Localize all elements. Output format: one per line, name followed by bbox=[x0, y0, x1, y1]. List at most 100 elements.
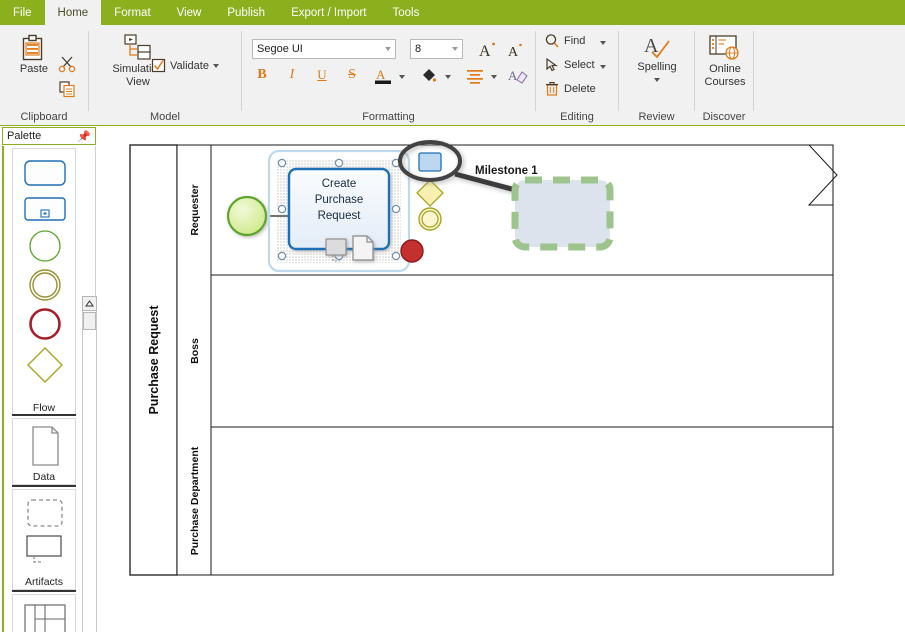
validate-button-label: Validate bbox=[170, 59, 209, 72]
circle-thin-green-icon bbox=[29, 230, 61, 262]
font-color-dropdown-caret[interactable] bbox=[399, 75, 405, 79]
palette-scrollbar-track[interactable] bbox=[82, 296, 97, 632]
dashed-rounded-rect-icon bbox=[27, 499, 63, 527]
find-dropdown-caret[interactable] bbox=[600, 41, 606, 45]
palette-title: Palette bbox=[7, 130, 42, 142]
palette-scrollbar-thumb[interactable] bbox=[83, 312, 96, 330]
context-pad-append-end-event[interactable] bbox=[400, 239, 424, 263]
svg-text:A: A bbox=[508, 68, 518, 83]
pool-label: Purchase Request bbox=[147, 305, 161, 415]
context-pad-append-intermediate-event[interactable] bbox=[418, 207, 442, 231]
grow-font-icon: A bbox=[479, 42, 495, 58]
spelling-dropdown-caret[interactable] bbox=[654, 78, 660, 82]
context-pad-append-gateway[interactable] bbox=[416, 179, 444, 207]
palette-item-gateway[interactable] bbox=[13, 345, 77, 385]
start-event[interactable] bbox=[226, 195, 268, 237]
palette-item-group[interactable] bbox=[13, 496, 77, 530]
select-button-label: Select bbox=[564, 59, 595, 71]
online-courses-icon bbox=[709, 35, 739, 60]
double-circle-olive-icon bbox=[29, 269, 61, 301]
document-page-icon bbox=[32, 426, 59, 466]
font-family-combobox[interactable]: Segoe UI bbox=[252, 39, 396, 59]
underline-button[interactable]: U bbox=[312, 65, 332, 85]
palette-item-end-event[interactable] bbox=[13, 305, 77, 343]
ribbon-group-label-review: Review bbox=[638, 111, 675, 123]
svg-text:A: A bbox=[508, 45, 519, 58]
ribbon-separator-6 bbox=[753, 31, 754, 111]
svg-text:Purchase: Purchase bbox=[315, 194, 364, 206]
clear-formatting-button[interactable]: A Clear Formatting bbox=[507, 65, 529, 87]
ribbon: Paste Cut Copy bbox=[0, 25, 905, 126]
tab-home[interactable]: Home bbox=[44, 0, 102, 25]
font-size-value: 8 bbox=[415, 43, 422, 55]
validate-button[interactable]: Validate bbox=[151, 58, 219, 73]
palette-section-label-data: Data bbox=[32, 471, 56, 483]
paste-button[interactable]: Paste bbox=[12, 33, 56, 76]
tab-publish[interactable]: Publish bbox=[214, 0, 278, 25]
task-node[interactable]: Create Purchase Request bbox=[287, 167, 391, 251]
ribbon-group-review: A Spelling Review bbox=[619, 25, 694, 125]
ribbon-group-label-formatting: Formatting bbox=[362, 111, 415, 123]
palette-divider-2 bbox=[12, 485, 76, 487]
drop-target-placeholder[interactable] bbox=[511, 176, 614, 251]
palette-item-task[interactable] bbox=[13, 155, 77, 191]
tab-view[interactable]: View bbox=[164, 0, 215, 25]
tab-tools[interactable]: Tools bbox=[380, 0, 433, 25]
spelling-button-label: Spelling bbox=[637, 61, 677, 73]
font-size-combobox[interactable]: 8 bbox=[410, 39, 463, 59]
palette-item-intermediate-event[interactable] bbox=[13, 266, 77, 304]
palette-section-artifacts: Artifacts bbox=[12, 489, 76, 590]
bold-button[interactable]: B bbox=[252, 65, 272, 85]
pin-icon[interactable]: 📌 bbox=[77, 130, 91, 143]
online-courses-button[interactable]: Online Courses bbox=[701, 33, 749, 89]
shrink-font-button[interactable]: A A bbox=[505, 39, 527, 59]
cut-button[interactable]: Cut bbox=[58, 55, 76, 73]
font-family-dropdown-caret[interactable] bbox=[385, 47, 391, 51]
font-family-value: Segoe UI bbox=[257, 43, 303, 55]
strikethrough-button[interactable]: S bbox=[342, 65, 362, 85]
spelling-button[interactable]: A Spelling bbox=[631, 33, 683, 82]
diamond-icon bbox=[27, 347, 63, 383]
text-annotation-icon bbox=[26, 535, 62, 563]
fill-color-button[interactable]: Fill Color bbox=[418, 65, 440, 87]
align-center-icon bbox=[467, 70, 483, 84]
palette-item-subprocess[interactable] bbox=[13, 193, 77, 225]
tab-format[interactable]: Format bbox=[101, 0, 163, 25]
application-window: File Home Format View Publish Export / I… bbox=[0, 0, 905, 632]
align-button[interactable]: Align bbox=[464, 65, 486, 87]
palette-item-annotation[interactable] bbox=[13, 532, 77, 570]
svg-text:A: A bbox=[376, 67, 386, 82]
delete-button[interactable]: Delete bbox=[544, 81, 596, 97]
fill-color-dropdown-caret[interactable] bbox=[445, 75, 451, 79]
tab-file[interactable]: File bbox=[0, 0, 45, 25]
shrink-font-icon: A bbox=[508, 43, 522, 58]
scissors-icon bbox=[58, 56, 76, 73]
font-color-button[interactable]: A A bbox=[372, 65, 394, 87]
select-dropdown-caret[interactable] bbox=[600, 65, 606, 69]
find-button[interactable]: Find bbox=[544, 33, 585, 49]
tab-export-import[interactable]: Export / Import bbox=[278, 0, 379, 25]
validate-dropdown-caret[interactable] bbox=[212, 63, 219, 68]
circle-thick-red-icon bbox=[29, 308, 61, 340]
copy-button[interactable]: Copy bbox=[58, 80, 76, 98]
context-pad-append-task[interactable] bbox=[418, 152, 442, 172]
svg-text:Request: Request bbox=[318, 210, 362, 222]
select-button[interactable]: Select bbox=[544, 57, 595, 73]
diagram-canvas[interactable]: Purchase Request Requester Boss Purchase… bbox=[97, 127, 905, 632]
palette-item-pool[interactable] bbox=[13, 601, 77, 632]
palette-item-data-object[interactable] bbox=[13, 424, 77, 468]
italic-button[interactable]: I bbox=[282, 65, 302, 85]
palette-scroll-up-button[interactable] bbox=[82, 296, 97, 311]
bpmn-diagram: Purchase Request Requester Boss Purchase… bbox=[129, 140, 838, 576]
ribbon-group-editing: Find Select Delete Editing bbox=[536, 25, 618, 125]
font-size-dropdown-caret[interactable] bbox=[452, 47, 458, 51]
context-pad-append-data-object[interactable] bbox=[352, 235, 374, 261]
palette-item-start-event[interactable] bbox=[13, 227, 77, 265]
spelling-icon: A bbox=[644, 35, 670, 59]
ribbon-group-label-editing: Editing bbox=[560, 111, 594, 123]
grow-font-button[interactable]: A A bbox=[477, 39, 499, 59]
palette-section-label-flow: Flow bbox=[32, 402, 56, 414]
align-dropdown-caret[interactable] bbox=[491, 75, 497, 79]
milestone-label: Milestone 1 bbox=[475, 165, 538, 177]
find-button-label: Find bbox=[564, 35, 586, 47]
